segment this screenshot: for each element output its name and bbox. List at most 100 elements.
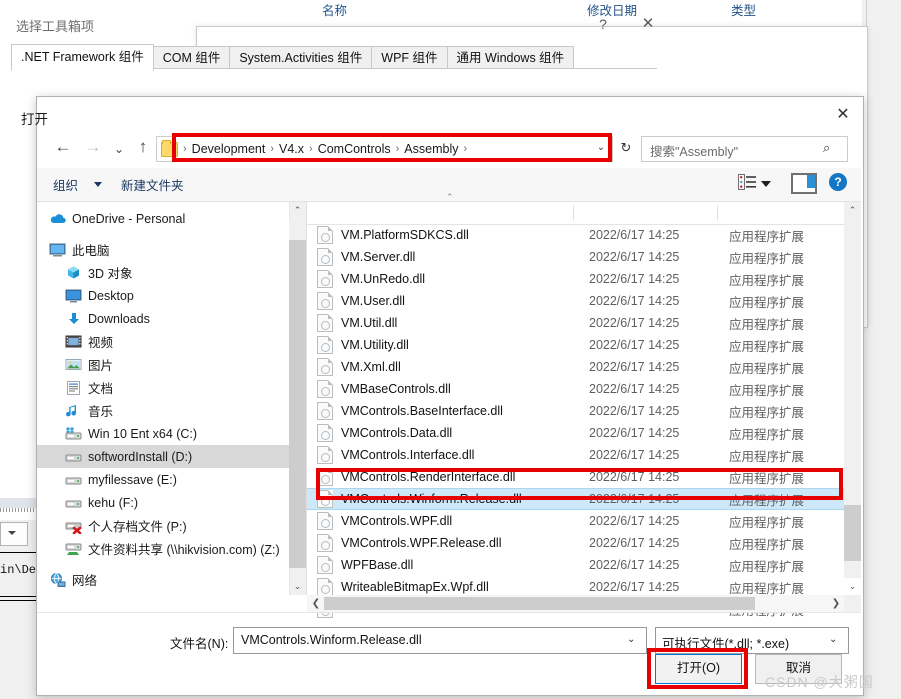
table-row[interactable]: VMBaseControls.dll 2022/6/17 14:25 应用程序扩展 bbox=[307, 378, 844, 400]
breadcrumb-item-v4x[interactable]: V4.x bbox=[279, 142, 304, 156]
file-name-cell: VM.Server.dll bbox=[341, 250, 416, 264]
table-row[interactable]: WPFBase.dll 2022/6/17 14:25 应用程序扩展 bbox=[307, 554, 844, 576]
table-row[interactable]: VM.Xml.dll 2022/6/17 14:25 应用程序扩展 bbox=[307, 356, 844, 378]
tree-item[interactable]: 音乐 bbox=[37, 399, 289, 422]
table-row[interactable]: VMControls.WPF.Release.dll 2022/6/17 14:2… bbox=[307, 532, 844, 554]
file-name-cell: VM.User.dll bbox=[341, 294, 405, 308]
network-icon bbox=[49, 572, 67, 588]
navigation-tree[interactable]: OneDrive - Personal 此电脑 3D 对象 Desktop Downlo… bbox=[37, 202, 289, 595]
forward-icon[interactable]: → bbox=[80, 134, 106, 160]
column-divider[interactable] bbox=[573, 205, 574, 220]
scrollbar-corner bbox=[844, 595, 861, 612]
new-folder-button[interactable]: 新建文件夹 bbox=[121, 175, 184, 194]
tree-item[interactable]: 图片 bbox=[37, 353, 289, 376]
tree-item[interactable]: 此电脑 bbox=[37, 238, 289, 261]
file-type-cell: 应用程序扩展 bbox=[729, 405, 805, 420]
table-row[interactable]: VM.Util.dll 2022/6/17 14:25 应用程序扩展 bbox=[307, 312, 844, 334]
tree-scrollbar-thumb[interactable] bbox=[289, 240, 306, 568]
table-row[interactable]: VMControls.Data.dll 2022/6/17 14:25 应用程序扩展 bbox=[307, 422, 844, 444]
open-button[interactable]: 打开(O) bbox=[655, 654, 742, 684]
chevron-down-icon[interactable]: ⌄ bbox=[627, 634, 635, 645]
dll-file-icon bbox=[317, 226, 333, 244]
scroll-down-icon[interactable]: ⌄ bbox=[289, 578, 306, 595]
help-icon[interactable]: ? bbox=[829, 173, 847, 191]
toolbox-tab-label: COM 组件 bbox=[162, 51, 221, 65]
organize-button[interactable]: 组织 bbox=[53, 175, 78, 194]
breadcrumb-item-assembly[interactable]: Assembly bbox=[404, 142, 458, 156]
file-name-cell: VMControls.BaseInterface.dll bbox=[341, 404, 503, 418]
tree-item[interactable]: OneDrive - Personal bbox=[37, 207, 289, 230]
drive-icon bbox=[65, 472, 83, 488]
back-icon[interactable]: ← bbox=[50, 134, 76, 160]
dll-file-icon bbox=[317, 424, 333, 442]
tree-item[interactable]: 3D 对象 bbox=[37, 261, 289, 284]
tree-item[interactable]: kehu (F:) bbox=[37, 491, 289, 514]
filetype-value: 可执行文件(*.dll; *.exe) bbox=[662, 637, 790, 651]
breadcrumb-item-comcontrols[interactable]: ComControls bbox=[318, 142, 391, 156]
file-name-cell: WriteableBitmapEx.Wpf.dll bbox=[341, 580, 489, 594]
file-name-cell: VM.Xml.dll bbox=[341, 360, 401, 374]
toolbox-tab-label: WPF 组件 bbox=[381, 51, 438, 65]
toolbox-tab-0[interactable]: .NET Framework 组件 bbox=[11, 44, 154, 71]
file-type-cell: 应用程序扩展 bbox=[729, 493, 805, 508]
tree-item[interactable]: Desktop bbox=[37, 284, 289, 307]
column-divider[interactable] bbox=[717, 205, 718, 220]
scroll-right-icon[interactable]: ❯ bbox=[829, 595, 843, 612]
breadcrumb-item-development[interactable]: Development bbox=[192, 142, 266, 156]
tree-item[interactable]: 网络 bbox=[37, 568, 289, 591]
tree-item[interactable]: 文档 bbox=[37, 376, 289, 399]
column-header-date[interactable]: 修改日期 bbox=[578, 0, 723, 22]
file-list-scrollbar-track[interactable] bbox=[844, 219, 861, 505]
tree-item[interactable]: 文件资料共享 (\\hikvision.com) (Z:) bbox=[37, 537, 289, 560]
close-icon[interactable]: ✕ bbox=[828, 103, 858, 127]
table-row[interactable]: VMControls.Interface.dll 2022/6/17 14:25 应… bbox=[307, 444, 844, 466]
chevron-down-icon[interactable] bbox=[94, 182, 102, 187]
file-date-cell: 2022/6/17 14:25 bbox=[589, 360, 680, 374]
tree-item[interactable]: Win 10 Ent x64 (C:) bbox=[37, 422, 289, 445]
tree-item[interactable]: myfilessave (E:) bbox=[37, 468, 289, 491]
documents-icon bbox=[65, 380, 83, 396]
tree-item[interactable]: Downloads bbox=[37, 307, 289, 330]
up-icon[interactable]: ↑ bbox=[130, 134, 156, 160]
dll-file-icon bbox=[317, 358, 333, 376]
scroll-up-icon[interactable]: ⌃ bbox=[844, 202, 861, 219]
file-name-cell: VMBaseControls.dll bbox=[341, 382, 451, 396]
column-header-name[interactable]: 名称 bbox=[313, 0, 580, 22]
tree-item[interactable]: softwordInstall (D:) bbox=[37, 445, 289, 468]
dll-file-icon bbox=[317, 314, 333, 332]
tree-item-label: Desktop bbox=[88, 288, 134, 303]
dll-file-icon bbox=[317, 336, 333, 354]
table-row[interactable]: VM.Utility.dll 2022/6/17 14:25 应用程序扩展 bbox=[307, 334, 844, 356]
table-row[interactable]: VMControls.Winform.Release.dll 2022/6/17 … bbox=[307, 488, 844, 510]
preview-pane-icon[interactable] bbox=[791, 173, 817, 194]
desktop-icon bbox=[65, 288, 83, 304]
file-name-cell: VMControls.WPF.Release.dll bbox=[341, 536, 502, 550]
tree-scrollbar-track-top[interactable] bbox=[289, 219, 306, 240]
horizontal-scrollbar-thumb[interactable] bbox=[324, 597, 755, 610]
column-header-type[interactable]: 类型 bbox=[722, 0, 756, 22]
search-icon[interactable]: ⌕ bbox=[823, 140, 830, 156]
table-row[interactable]: VMControls.RenderInterface.dll 2022/6/17 … bbox=[307, 466, 844, 488]
chevron-down-icon[interactable]: ⌄ bbox=[594, 141, 608, 155]
tree-item[interactable]: 个人存档文件 (P:) bbox=[37, 514, 289, 537]
scroll-down-icon[interactable]: ⌄ bbox=[844, 578, 861, 595]
table-row[interactable]: VM.Server.dll 2022/6/17 14:25 应用程序扩展 bbox=[307, 246, 844, 268]
table-row[interactable]: VMControls.BaseInterface.dll 2022/6/17 14… bbox=[307, 400, 844, 422]
chevron-down-icon[interactable] bbox=[761, 181, 771, 187]
breadcrumb[interactable]: › Development › V4.x › ComControls › Ass… bbox=[156, 136, 613, 162]
view-layout-icon[interactable] bbox=[738, 174, 756, 190]
table-row[interactable]: VM.UnRedo.dll 2022/6/17 14:25 应用程序扩展 bbox=[307, 268, 844, 290]
scroll-left-icon[interactable]: ❮ bbox=[309, 595, 323, 612]
file-list-scrollbar-thumb[interactable] bbox=[844, 505, 861, 561]
table-row[interactable]: VM.User.dll 2022/6/17 14:25 应用程序扩展 bbox=[307, 290, 844, 312]
tree-item[interactable]: 视频 bbox=[37, 330, 289, 353]
table-row[interactable]: VM.PlatformSDKCS.dll 2022/6/17 14:25 应用程序扩… bbox=[307, 224, 844, 246]
chevron-down-icon[interactable]: ⌄ bbox=[829, 634, 837, 645]
disconnected-drive-icon bbox=[65, 518, 83, 534]
table-row[interactable]: VMControls.WPF.dll 2022/6/17 14:25 应用程序扩展 bbox=[307, 510, 844, 532]
scroll-up-icon[interactable]: ⌃ bbox=[289, 202, 306, 219]
videos-icon bbox=[65, 334, 83, 350]
recent-locations-icon[interactable]: ⌄ bbox=[106, 136, 132, 162]
3d-objects-icon bbox=[65, 265, 83, 281]
refresh-icon[interactable]: ↻ bbox=[616, 138, 636, 158]
